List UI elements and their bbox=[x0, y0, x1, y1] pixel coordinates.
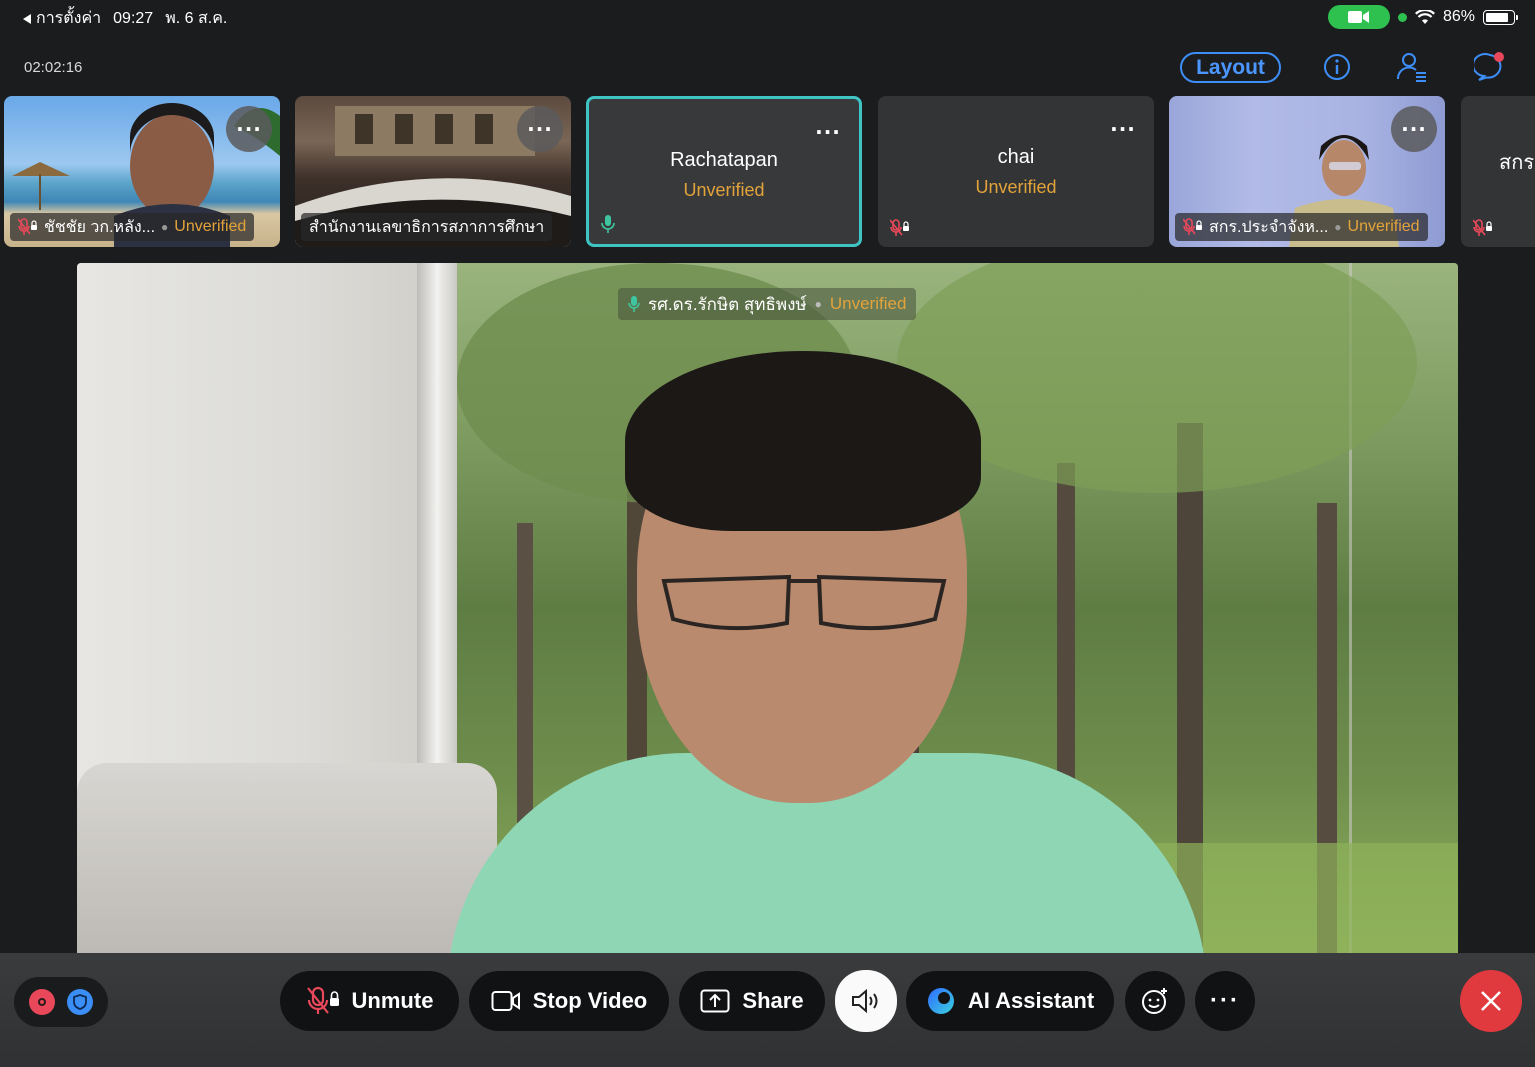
participant-thumbnail-strip[interactable]: ··· ชัชชัย วก.หลัง... ● Unverified ··· ส… bbox=[0, 96, 1535, 248]
participants-button[interactable] bbox=[1395, 50, 1429, 84]
meeting-info-button[interactable] bbox=[1320, 50, 1354, 84]
video-camera-icon bbox=[491, 991, 520, 1011]
participant-tile-partial[interactable]: สกร bbox=[1461, 96, 1535, 247]
participant-name: ชัชชัย วก.หลัง... bbox=[44, 218, 156, 236]
status-left: การตั้งค่า 09:27 พ. 6 ส.ค. bbox=[22, 6, 227, 31]
battery-fill bbox=[1486, 12, 1509, 22]
ai-assistant-button[interactable]: AI Assistant bbox=[906, 971, 1114, 1031]
separator-dot: ● bbox=[1334, 220, 1342, 234]
leave-meeting-button[interactable] bbox=[1460, 970, 1522, 1032]
mic-muted-icon bbox=[890, 219, 909, 236]
mic-active-icon bbox=[601, 215, 615, 233]
chat-button[interactable] bbox=[1473, 50, 1507, 84]
security-indicators[interactable] bbox=[14, 977, 108, 1027]
mic-in-use-dot bbox=[1397, 12, 1407, 22]
ellipsis-icon: ··· bbox=[1110, 117, 1136, 141]
stop-video-label: Stop Video bbox=[532, 988, 648, 1013]
back-to-settings[interactable]: การตั้งค่า bbox=[22, 6, 101, 31]
mic-muted-icon bbox=[18, 218, 37, 235]
recording-icon bbox=[29, 989, 55, 1015]
unmute-button[interactable]: Unmute bbox=[280, 971, 459, 1031]
ios-status-bar: การตั้งค่า 09:27 พ. 6 ส.ค. 86% bbox=[0, 0, 1535, 32]
battery-percent: 86% bbox=[1442, 8, 1475, 25]
speaker-name-label: รศ.ดร.รักษิต สุทธิพงษ์ ● Unverified bbox=[618, 288, 917, 320]
layout-button[interactable]: Layout bbox=[1180, 52, 1281, 83]
chat-bubble-icon bbox=[1474, 52, 1504, 81]
audio-output-button[interactable] bbox=[835, 970, 897, 1032]
separator-dot: ● bbox=[161, 220, 169, 234]
encryption-shield-icon bbox=[67, 989, 93, 1015]
ellipsis-icon: ··· bbox=[1401, 117, 1427, 141]
meeting-timer: 02:02:16 bbox=[24, 59, 83, 76]
speaker-hair bbox=[625, 351, 981, 531]
participant-more-button[interactable]: ··· bbox=[226, 106, 272, 152]
status-right: 86% bbox=[1327, 5, 1518, 29]
mic-muted-icon bbox=[306, 986, 339, 1014]
share-button[interactable]: Share bbox=[679, 971, 825, 1031]
active-speaker-video[interactable]: รศ.ดร.รักษิต สุทธิพงษ์ ● Unverified bbox=[77, 263, 1458, 953]
mic-active-icon bbox=[628, 296, 640, 312]
video-camera-icon bbox=[1347, 11, 1369, 23]
more-options-button[interactable]: ··· bbox=[1195, 971, 1255, 1031]
unmute-label: Unmute bbox=[351, 988, 434, 1013]
participant-tile-active-speaker[interactable]: ··· Rachatapan Unverified bbox=[586, 96, 862, 247]
separator-dot: ● bbox=[814, 297, 822, 311]
participant-name: chai bbox=[997, 146, 1035, 168]
participant-tile[interactable]: ··· สำนักงานเลขาธิการสภาการศึกษา bbox=[295, 96, 571, 247]
ellipsis-icon: ··· bbox=[815, 120, 841, 144]
wifi-icon bbox=[1414, 9, 1435, 24]
participant-status: Unverified bbox=[683, 180, 765, 200]
share-screen-icon bbox=[700, 989, 730, 1013]
participant-tile[interactable]: ··· chai Unverified bbox=[878, 96, 1154, 247]
participant-tile[interactable]: ··· ชัชชัย วก.หลัง... ● Unverified bbox=[4, 96, 280, 247]
participant-status: Unverified bbox=[975, 177, 1057, 197]
participant-name: สกร.ประจำจังห... bbox=[1209, 218, 1329, 236]
speaker-glasses bbox=[661, 574, 947, 631]
meeting-top-bar: 02:02:16 Layout bbox=[0, 40, 1535, 90]
ai-assistant-label: AI Assistant bbox=[967, 988, 1095, 1013]
ellipsis-icon: ··· bbox=[1210, 987, 1240, 1014]
participant-name: Rachatapan bbox=[670, 149, 778, 171]
info-icon bbox=[1324, 54, 1350, 80]
participant-status: Unverified bbox=[174, 218, 247, 235]
participant-status: Unverified bbox=[1347, 218, 1420, 235]
participant-name-label: สำนักงานเลขาธิการสภาการศึกษา bbox=[301, 213, 553, 241]
participant-name-label: สกร.ประจำจังห... ● Unverified bbox=[1175, 213, 1428, 241]
participant-name: สกร bbox=[1499, 152, 1535, 174]
emoji-reaction-icon bbox=[1142, 988, 1167, 1014]
participant-more-button[interactable]: ··· bbox=[517, 106, 563, 152]
participant-name: สำนักงานเลขาธิการสภาการศึกษา bbox=[309, 218, 545, 236]
back-triangle-icon bbox=[23, 13, 31, 24]
ai-assistant-icon bbox=[927, 988, 954, 1014]
participant-tile[interactable]: ··· สกร.ประจำจังห... ● Unverified bbox=[1169, 96, 1445, 247]
ellipsis-icon: ··· bbox=[527, 117, 553, 141]
back-label: การตั้งค่า bbox=[36, 10, 102, 27]
speaker-volume-icon bbox=[852, 988, 878, 1014]
stop-video-button[interactable]: Stop Video bbox=[469, 971, 669, 1031]
share-label: Share bbox=[742, 988, 804, 1013]
sofa bbox=[77, 763, 497, 953]
mic-muted-icon bbox=[1183, 218, 1202, 235]
status-time: 09:27 bbox=[113, 9, 154, 27]
participant-name-label: ชัชชัย วก.หลัง... ● Unverified bbox=[10, 213, 255, 241]
close-icon bbox=[1481, 991, 1501, 1011]
mic-muted-icon bbox=[1473, 219, 1492, 236]
reactions-button[interactable] bbox=[1125, 971, 1185, 1031]
zoom-meeting-screen: การตั้งค่า 09:27 พ. 6 ส.ค. 86% 02:02:16 … bbox=[0, 0, 1535, 1067]
status-date: พ. 6 ส.ค. bbox=[165, 10, 228, 27]
speaker-status: Unverified bbox=[829, 294, 907, 313]
camera-in-use-indicator[interactable] bbox=[1327, 5, 1390, 29]
ellipsis-icon: ··· bbox=[236, 117, 262, 141]
participant-more-button[interactable]: ··· bbox=[1391, 106, 1437, 152]
meeting-control-bar: Unmute Stop Video Share AI Assistant ··· bbox=[0, 953, 1535, 1067]
speaker-name: รศ.ดร.รักษิต สุทธิพงษ์ bbox=[648, 294, 807, 314]
battery-icon bbox=[1483, 9, 1518, 25]
participants-list-icon bbox=[1396, 53, 1426, 82]
